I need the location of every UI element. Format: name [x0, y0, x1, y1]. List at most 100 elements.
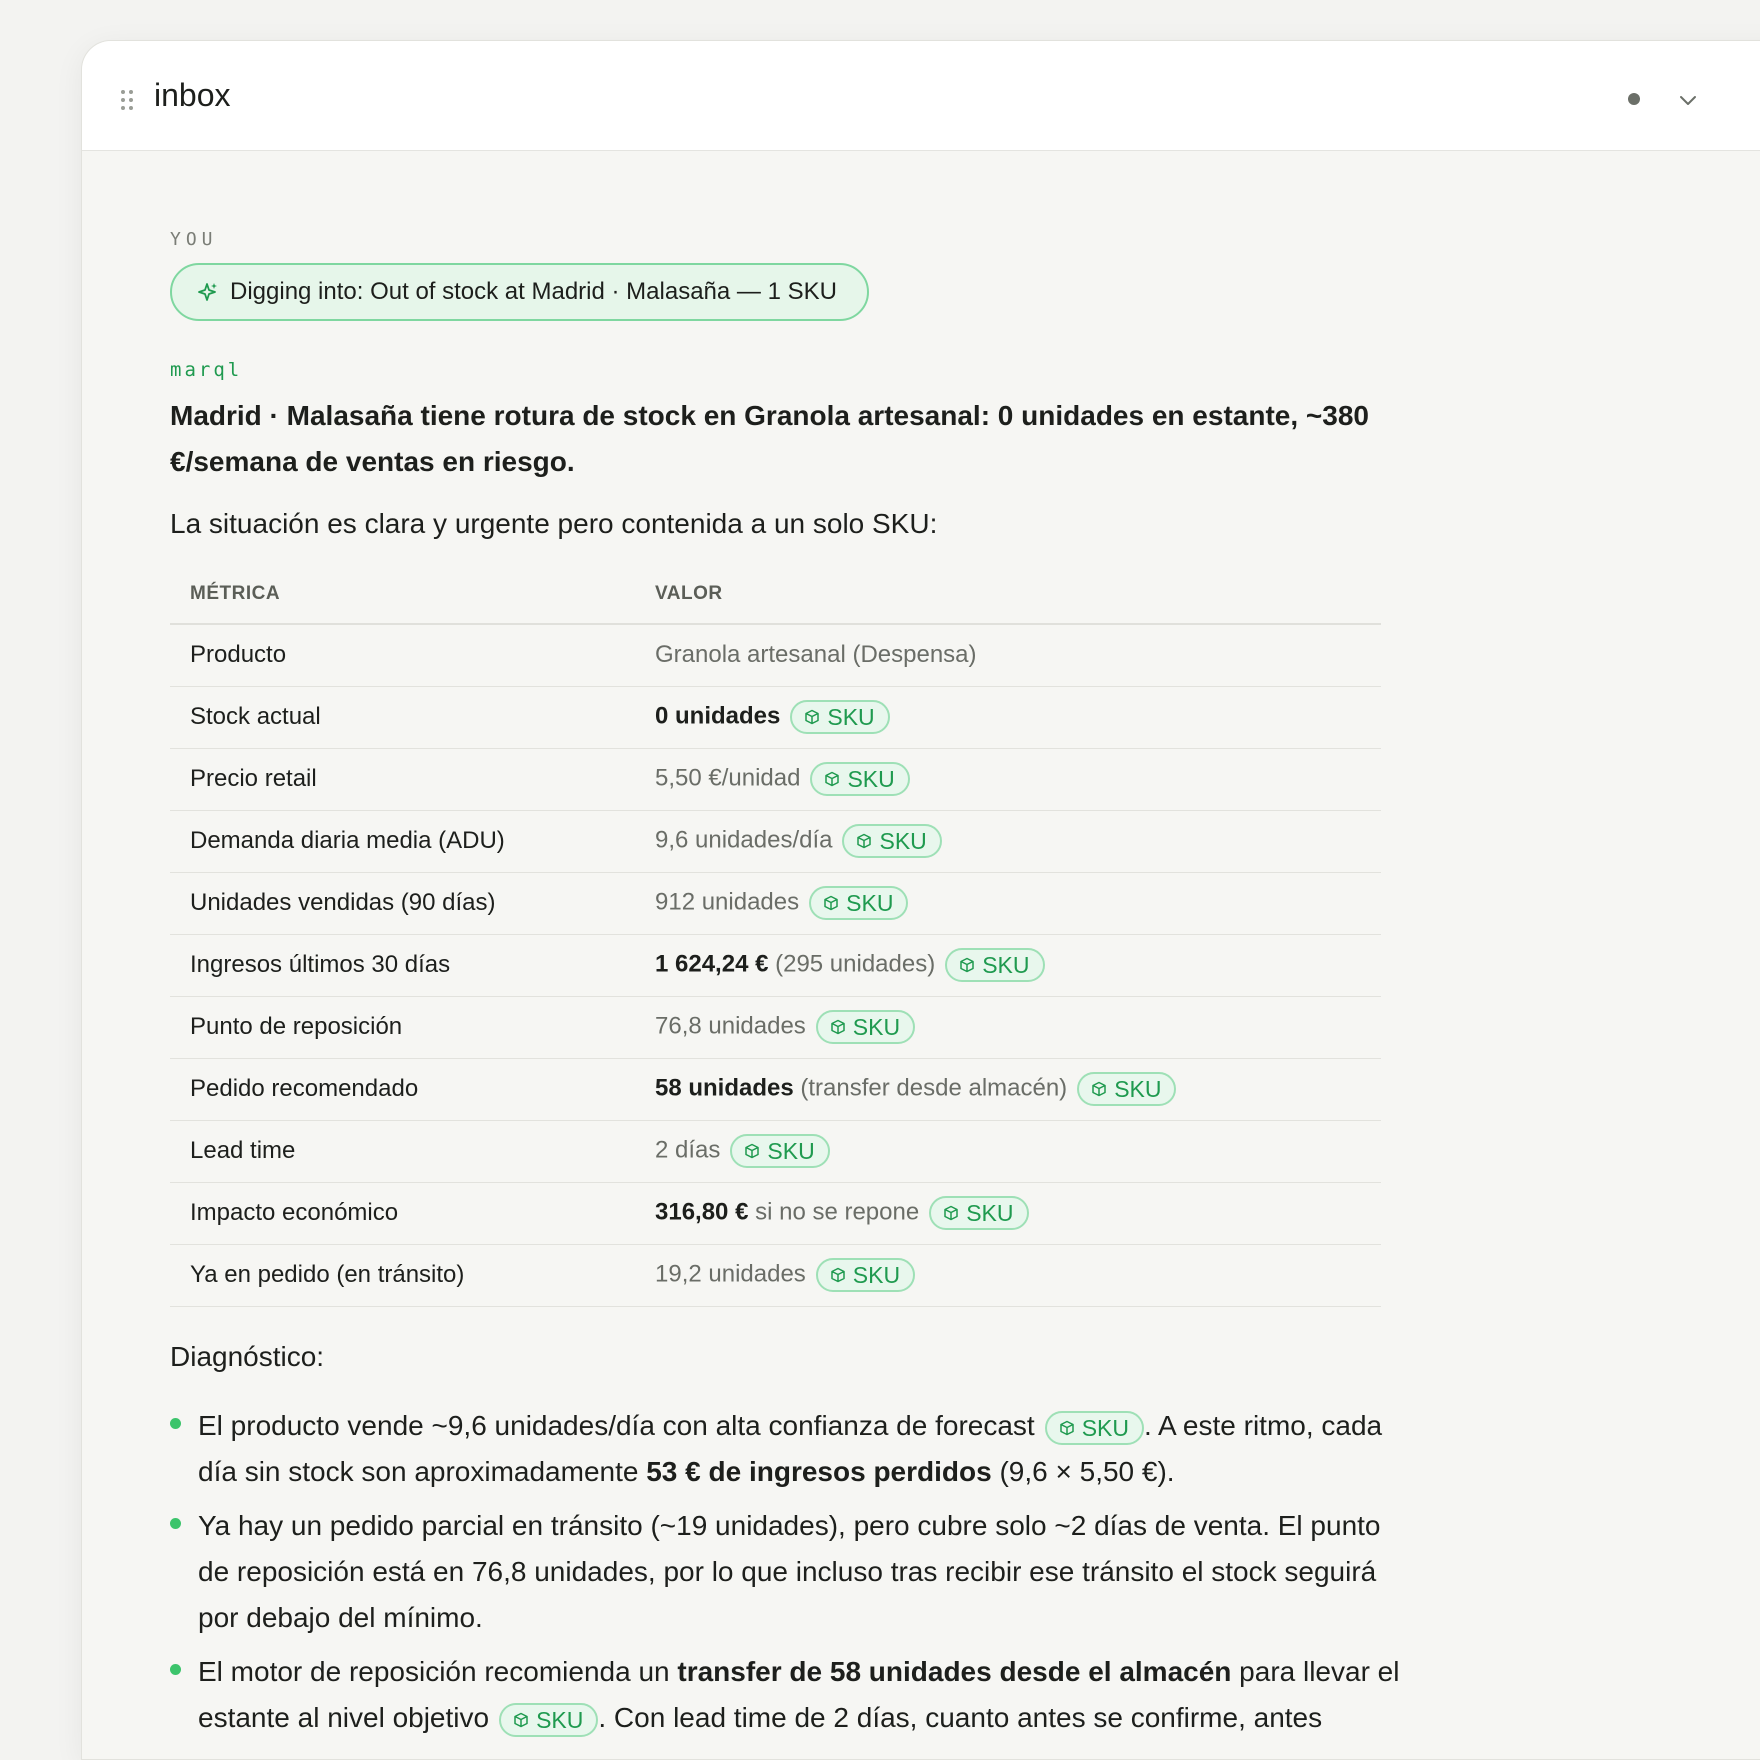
- table-row: Stock actual 0 unidades SKU: [170, 686, 1381, 749]
- value-text: Granola artesanal (Despensa): [655, 641, 977, 669]
- metric-cell: Producto: [170, 624, 635, 687]
- diagnosis-item: El motor de reposición recomienda un tra…: [170, 1649, 1410, 1741]
- value-text: 76,8 unidades: [655, 1012, 806, 1040]
- table-row: Demanda diaria media (ADU) 9,6 unidades/d…: [170, 810, 1381, 873]
- box-icon: [831, 1267, 845, 1283]
- bullet-text: Ya hay un pedido parcial en tránsito (~1…: [198, 1510, 1381, 1633]
- sku-chip-label: SKU: [846, 889, 894, 916]
- table-row: Ya en pedido (en tránsito) 19,2 unidades S…: [170, 1244, 1381, 1307]
- sku-chip[interactable]: SKU: [810, 762, 910, 796]
- assistant-role-label: marql: [170, 359, 243, 381]
- value-text: si no se repone: [748, 1198, 920, 1226]
- table-row: Unidades vendidas (90 días) 912 unidades S…: [170, 872, 1381, 935]
- table-row: Impacto económico 316,80 € si no se repon…: [170, 1182, 1381, 1245]
- sku-chip-label: SKU: [536, 1706, 584, 1733]
- bullet-text: . Con lead time de 2 días, cuanto antes …: [598, 1702, 1323, 1733]
- box-icon: [831, 1019, 845, 1035]
- box-icon: [824, 895, 838, 911]
- metric-cell: Precio retail: [170, 748, 635, 811]
- value-cell: 58 unidades (transfer desde almacén) SKU: [635, 1058, 1381, 1121]
- sku-chip[interactable]: SKU: [1044, 1410, 1144, 1445]
- answer-headline: Madrid · Malasaña tiene rotura de stock …: [170, 400, 1369, 477]
- sku-chip[interactable]: SKU: [815, 1258, 916, 1292]
- table-row: Producto Granola artesanal (Despensa): [170, 624, 1381, 687]
- diagnosis-item: El producto vende ~9,6 unidades/día con …: [170, 1403, 1410, 1495]
- drag-handle-icon[interactable]: [120, 89, 134, 111]
- value-text: (295 unidades): [768, 950, 936, 978]
- sku-chip-label: SKU: [1114, 1075, 1162, 1102]
- sku-chip[interactable]: SKU: [929, 1196, 1029, 1230]
- table-row: Ingresos últimos 30 días 1 624,24 € (295 …: [170, 934, 1381, 997]
- box-icon: [514, 1712, 528, 1727]
- inbox-window: inbox YOU Digging into: Out of stock at …: [81, 40, 1760, 1760]
- box-icon: [1059, 1420, 1074, 1435]
- metric-cell: Unidades vendidas (90 días): [170, 872, 635, 935]
- sku-chip-label: SKU: [982, 951, 1030, 978]
- table-header-row: MÉTRICA VALOR: [170, 564, 1381, 625]
- sku-chip[interactable]: SKU: [730, 1134, 830, 1168]
- value-cell: Granola artesanal (Despensa): [635, 624, 1381, 687]
- sku-chip[interactable]: SKU: [815, 1010, 916, 1044]
- diagnosis-list: El producto vende ~9,6 unidades/día con …: [170, 1403, 1410, 1749]
- box-icon: [1092, 1081, 1106, 1097]
- table-row: Punto de reposición 76,8 unidades SKU: [170, 996, 1381, 1059]
- value-text: (transfer desde almacén): [793, 1074, 1068, 1102]
- sku-chip[interactable]: SKU: [945, 948, 1045, 982]
- user-role-label: YOU: [170, 229, 218, 250]
- context-pill-label: Digging into: Out of stock at Madrid · M…: [230, 278, 837, 305]
- metric-cell: Pedido recomendado: [170, 1058, 635, 1121]
- table-row: Lead time 2 días SKU: [170, 1120, 1381, 1183]
- answer-intro: La situación es clara y urgente pero con…: [170, 508, 938, 539]
- sku-chip-label: SKU: [879, 827, 927, 854]
- value-text: 912 unidades: [655, 888, 800, 916]
- diagnosis-item: Ya hay un pedido parcial en tránsito (~1…: [170, 1503, 1410, 1641]
- sku-chip[interactable]: SKU: [499, 1702, 599, 1737]
- value-emphasis: 58 unidades: [655, 1074, 794, 1102]
- table-row: Pedido recomendado 58 unidades (transfer …: [170, 1058, 1381, 1121]
- value-cell: 912 unidades SKU: [635, 872, 1381, 935]
- value-emphasis: 316,80 €: [655, 1198, 749, 1226]
- metrics-table-body: Producto Granola artesanal (Despensa) Stoc…: [170, 624, 1381, 1307]
- metric-cell: Punto de reposición: [170, 996, 635, 1059]
- box-icon: [825, 771, 840, 787]
- value-text: 5,50 €/unidad: [655, 764, 801, 792]
- value-cell: 5,50 €/unidad SKU: [635, 748, 1381, 811]
- value-cell: 0 unidades SKU: [635, 686, 1381, 749]
- metric-cell: Lead time: [170, 1120, 635, 1183]
- bullet-text: El producto vende ~9,6 unidades/día con …: [198, 1410, 1035, 1441]
- metric-cell: Ya en pedido (en tránsito): [170, 1244, 635, 1307]
- value-cell: 76,8 unidades SKU: [635, 996, 1381, 1059]
- sku-chip-label: SKU: [847, 765, 895, 792]
- box-icon: [805, 709, 820, 725]
- value-cell: 9,6 unidades/día SKU: [635, 810, 1381, 873]
- sparkle-icon: [198, 283, 217, 301]
- context-pill[interactable]: Digging into: Out of stock at Madrid · M…: [170, 263, 869, 321]
- sku-chip-label: SKU: [966, 1199, 1014, 1226]
- sku-chip-label: SKU: [852, 1261, 901, 1288]
- column-header-metric: MÉTRICA: [170, 564, 635, 625]
- box-icon: [960, 957, 974, 973]
- title-bar: inbox: [82, 41, 1760, 151]
- metric-cell: Impacto económico: [170, 1182, 635, 1245]
- value-emphasis: 1 624,24 €: [655, 950, 769, 978]
- sku-chip[interactable]: SKU: [790, 700, 890, 734]
- metric-cell: Demanda diaria media (ADU): [170, 810, 635, 873]
- box-icon: [944, 1205, 958, 1221]
- bullet-text: (9,6 × 5,50 €).: [991, 1456, 1175, 1487]
- sku-chip-label: SKU: [1081, 1414, 1129, 1441]
- sku-chip-label: SKU: [767, 1137, 815, 1164]
- chevron-down-icon[interactable]: [1677, 89, 1699, 111]
- sku-chip[interactable]: SKU: [1077, 1072, 1177, 1106]
- box-icon: [745, 1143, 760, 1159]
- value-cell: 19,2 unidades SKU: [635, 1244, 1381, 1307]
- column-header-value: VALOR: [635, 564, 1381, 625]
- value-emphasis: 0 unidades: [655, 702, 781, 730]
- sku-chip-label: SKU: [827, 703, 875, 730]
- value-cell: 1 624,24 € (295 unidades) SKU: [635, 934, 1381, 997]
- bullet-emphasis: 53 € de ingresos perdidos: [646, 1456, 992, 1487]
- bullet-emphasis: transfer de 58 unidades desde el almacén: [677, 1656, 1232, 1687]
- bullet-text: El motor de reposición recomienda un: [198, 1656, 678, 1687]
- sku-chip[interactable]: SKU: [842, 824, 942, 858]
- metric-cell: Ingresos últimos 30 días: [170, 934, 635, 997]
- sku-chip[interactable]: SKU: [809, 886, 909, 920]
